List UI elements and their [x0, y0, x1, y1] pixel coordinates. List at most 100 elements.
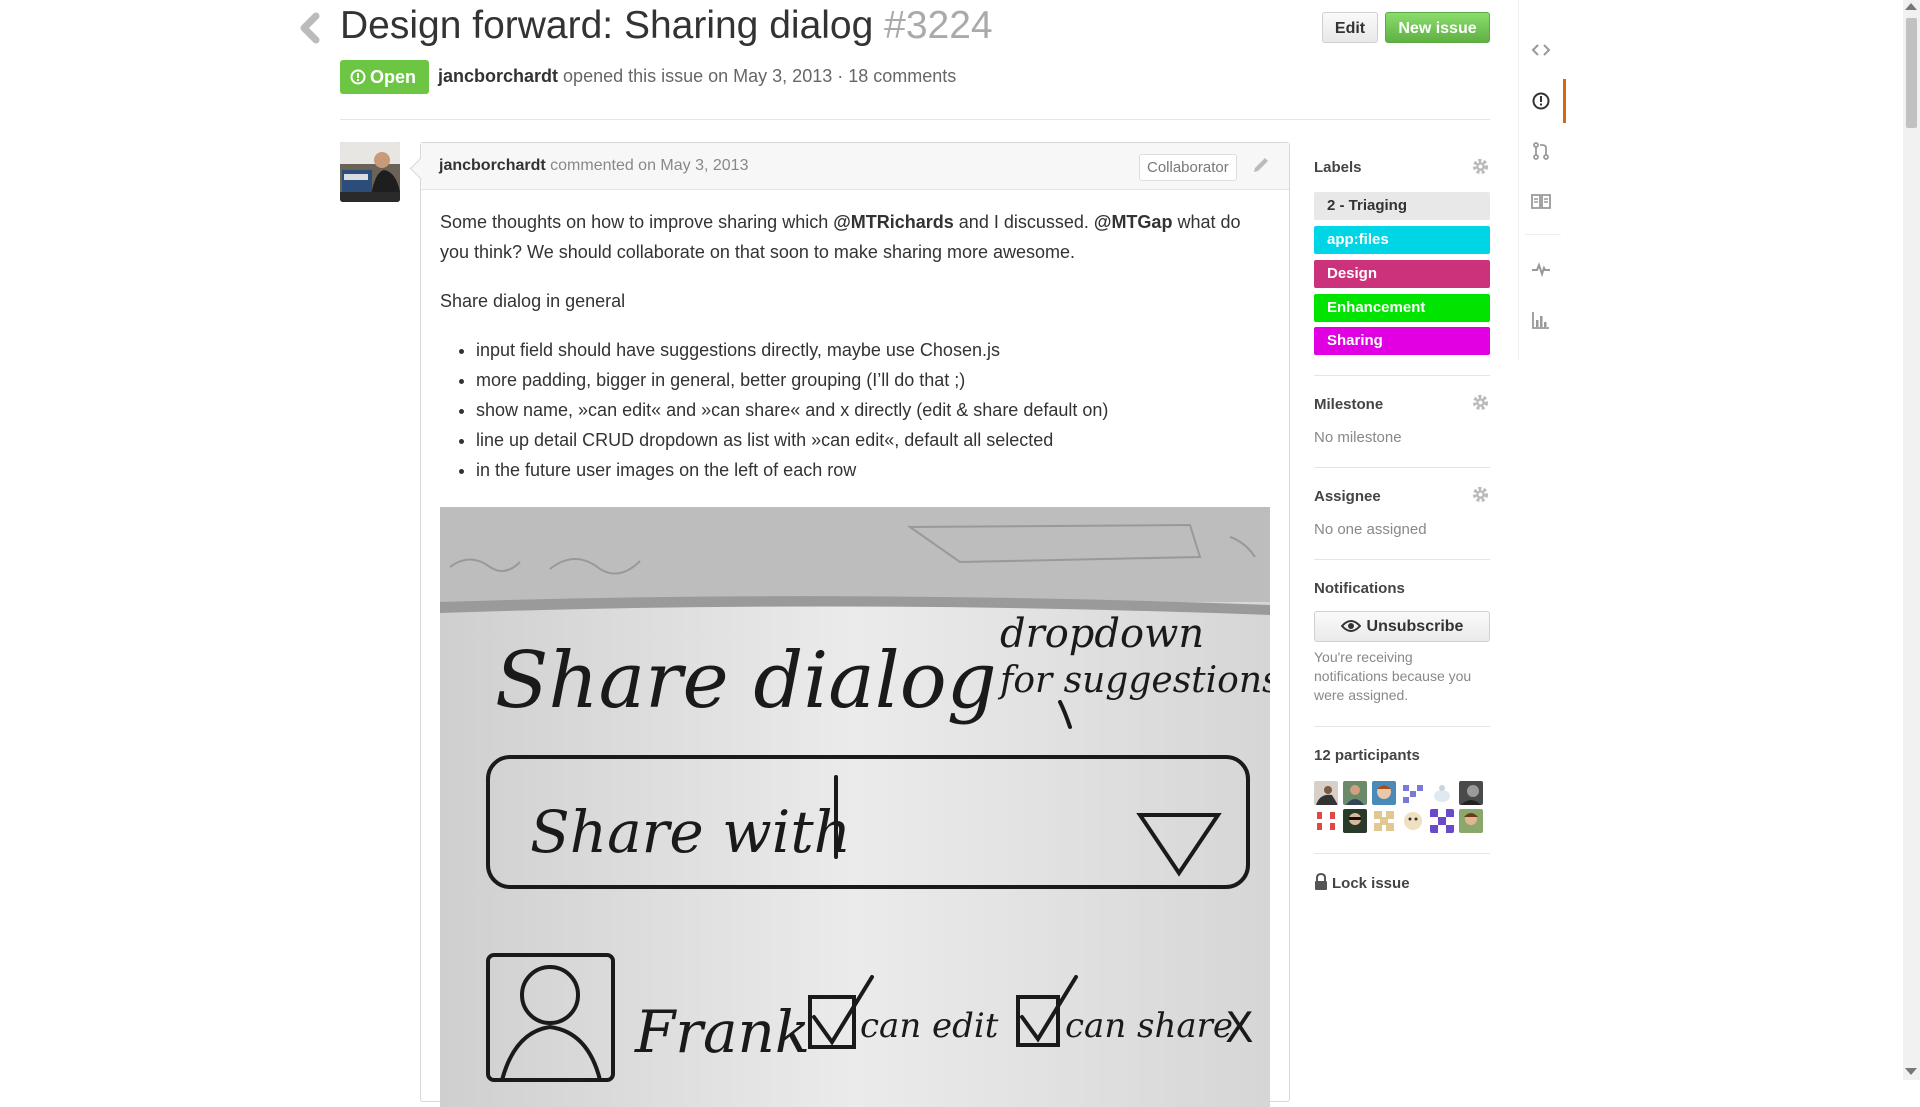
label-badge[interactable]: Enhancement — [1314, 294, 1490, 322]
issue-opened-icon — [1532, 92, 1550, 110]
labels-settings-button[interactable] — [1471, 157, 1490, 176]
label-text: Enhancement — [1327, 299, 1426, 316]
scroll-up-arrow[interactable] — [1905, 3, 1917, 10]
pull-request-icon — [1533, 142, 1549, 160]
avatar[interactable] — [340, 142, 400, 202]
sidebar-divider — [1314, 375, 1490, 376]
sketch-note-line1: dropdown — [1000, 611, 1204, 657]
sketch-image[interactable]: Share dialog dropdown for suggestions Sh… — [440, 507, 1270, 1107]
comment-date[interactable]: commented on May 3, 2013 — [550, 157, 748, 174]
gear-icon — [1472, 486, 1489, 503]
sketch-title: Share dialog — [495, 636, 997, 726]
gear-icon — [1472, 158, 1489, 175]
comment-meta: jancborchardt commented on May 3, 2013 — [439, 157, 748, 175]
nav-graphs[interactable] — [1519, 298, 1563, 342]
participant-avatar[interactable] — [1459, 781, 1483, 805]
code-icon — [1531, 44, 1551, 56]
assignee-settings-button[interactable] — [1471, 485, 1490, 504]
sidebar-divider — [1314, 853, 1490, 854]
sidebar-divider — [1314, 467, 1490, 468]
list-item: more padding, bigger in general, better … — [476, 365, 1270, 395]
participant-avatar[interactable] — [1372, 809, 1396, 833]
issue-title: Design forward: Sharing dialog #3224 — [340, 4, 993, 48]
milestone-settings-button[interactable] — [1471, 393, 1490, 412]
list-item: in the future user images on the left of… — [476, 455, 1270, 485]
user-mention[interactable]: @MTRichards — [833, 212, 954, 232]
unsubscribe-label: Unsubscribe — [1366, 618, 1464, 635]
label-text: 2 - Triaging — [1327, 197, 1408, 214]
pulse-icon — [1532, 262, 1550, 278]
new-issue-button[interactable]: New issue — [1385, 12, 1490, 43]
label-text: app:files — [1327, 231, 1389, 248]
label-badge[interactable]: Sharing — [1314, 327, 1490, 355]
list-item: line up detail CRUD dropdown as list wit… — [476, 425, 1270, 455]
notifications-reason: You're receiving notifications because y… — [1314, 649, 1472, 703]
comment-intro: Some thoughts on how to improve sharing … — [440, 207, 1270, 267]
issue-opened-text: opened this issue on May 3, 2013 · 18 co… — [563, 66, 957, 86]
label-text: Sharing — [1327, 332, 1383, 349]
sketch-can-share: can share — [1065, 1006, 1233, 1046]
lock-issue-button[interactable]: Lock issue — [1314, 873, 1410, 892]
nav-pulse[interactable] — [1519, 247, 1563, 291]
issue-opened-icon — [350, 69, 366, 85]
issue-author-link[interactable]: jancborchardt — [438, 66, 558, 86]
sketch-input-text: Share with — [530, 798, 851, 866]
participant-avatar[interactable] — [1314, 781, 1338, 805]
header-divider — [340, 119, 1490, 120]
collaborator-badge: Collaborator — [1139, 154, 1237, 181]
nav-wiki[interactable] — [1519, 179, 1563, 223]
status-text: Open — [370, 67, 417, 87]
participant-avatar[interactable] — [1430, 809, 1454, 833]
page-scrollbar[interactable] — [1903, 0, 1920, 1080]
scroll-down-arrow[interactable] — [1905, 1068, 1917, 1075]
pencil-icon — [1254, 158, 1268, 172]
sidebar-divider — [1314, 726, 1490, 727]
back-button[interactable] — [298, 8, 324, 48]
nav-divider — [1525, 234, 1561, 235]
comment-subheading: Share dialog in general — [440, 291, 626, 311]
label-badge[interactable]: 2 - Triaging — [1314, 192, 1490, 220]
issue-title-text: Design forward: Sharing dialog — [340, 4, 874, 47]
participant-avatar[interactable] — [1401, 781, 1425, 805]
scrollbar-thumb[interactable] — [1906, 18, 1917, 128]
label-badge[interactable]: app:files — [1314, 226, 1490, 254]
comment-bullet-list: input field should have suggestions dire… — [440, 335, 1270, 485]
graph-icon — [1532, 312, 1549, 329]
milestone-value: No milestone — [1314, 429, 1402, 446]
sketch-can-edit: can edit — [860, 1006, 999, 1046]
lock-icon — [1315, 873, 1327, 890]
participant-avatar[interactable] — [1459, 809, 1483, 833]
comment-author-link[interactable]: jancborchardt — [439, 157, 546, 174]
notifications-heading: Notifications — [1314, 580, 1405, 597]
labels-heading: Labels — [1314, 159, 1362, 176]
participant-avatar[interactable] — [1314, 809, 1338, 833]
milestone-heading: Milestone — [1314, 396, 1384, 413]
eye-icon — [1340, 620, 1361, 632]
nav-issues[interactable] — [1519, 79, 1566, 123]
sketch-user-name: Frank — [634, 998, 810, 1066]
list-item: input field should have suggestions dire… — [476, 335, 1270, 365]
participant-avatar[interactable] — [1401, 809, 1425, 833]
lock-issue-label: Lock issue — [1332, 875, 1410, 892]
edit-comment-button[interactable] — [1251, 155, 1271, 175]
issue-meta: jancborchardt opened this issue on May 3… — [438, 66, 956, 87]
participant-avatar[interactable] — [1372, 781, 1396, 805]
nav-code[interactable] — [1519, 28, 1563, 72]
book-icon — [1531, 194, 1551, 209]
unsubscribe-button[interactable]: Unsubscribe — [1314, 611, 1490, 642]
avatar-image — [340, 142, 400, 202]
comment-intro-text: and I discussed. — [953, 212, 1094, 232]
user-mention[interactable]: @MTGap — [1094, 212, 1173, 232]
comment-intro-text: Some thoughts on how to improve sharing … — [440, 212, 834, 232]
participant-avatar[interactable] — [1343, 781, 1367, 805]
participants-heading: 12 participants — [1314, 747, 1420, 764]
participant-avatar[interactable] — [1343, 809, 1367, 833]
list-item: show name, »can edit« and »can share« an… — [476, 395, 1270, 425]
assignee-value: No one assigned — [1314, 521, 1427, 538]
comment-body: Some thoughts on how to improve sharing … — [440, 207, 1270, 485]
edit-button[interactable]: Edit — [1322, 12, 1378, 43]
nav-pull-requests[interactable] — [1519, 129, 1563, 173]
chevron-left-icon — [300, 12, 320, 44]
participant-avatar[interactable] — [1430, 781, 1454, 805]
label-badge[interactable]: Design — [1314, 260, 1490, 288]
